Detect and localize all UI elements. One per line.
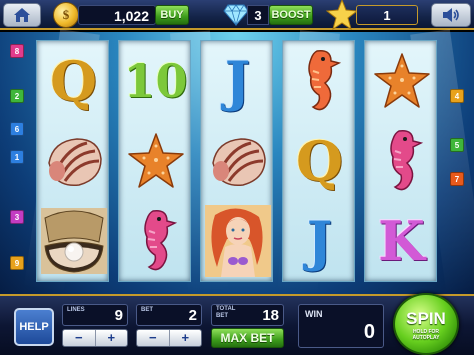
level-star-icon (326, 0, 358, 31)
payline-marker[interactable]: 1 (10, 150, 24, 164)
payline-marker[interactable]: 3 (10, 210, 24, 224)
symbol-k: K (378, 209, 425, 273)
bet-stepper: − + (136, 329, 202, 347)
symbol-j: J (224, 49, 251, 113)
oyster-pearl-icon (40, 208, 107, 274)
seahorse-symbol (365, 121, 438, 201)
reel-4: Q J (282, 40, 355, 282)
lines-plus-button[interactable]: + (94, 330, 128, 346)
reel-3: J (200, 40, 273, 282)
shell-symbol (37, 121, 110, 201)
starfish-icon (127, 133, 184, 188)
speaker-icon (443, 8, 459, 22)
mermaid-symbol (201, 201, 274, 281)
symbol-10: 10 (123, 54, 188, 108)
seahorse-icon (389, 129, 423, 191)
payline-marker[interactable]: 2 (10, 89, 24, 103)
reel-5: K (364, 40, 437, 282)
lines-label: LINES (67, 307, 85, 313)
sound-button[interactable] (431, 3, 471, 27)
payline-marker[interactable]: 7 (450, 172, 464, 186)
bet-minus-button[interactable]: − (137, 330, 169, 346)
payline-marker[interactable]: 4 (450, 89, 464, 103)
boost-button[interactable]: BOOST (269, 5, 313, 25)
total-bet-label-1: TOTAL (216, 306, 236, 312)
seahorse-symbol (283, 41, 356, 121)
coin-icon: $ (53, 2, 79, 28)
bet-value: 2 (188, 307, 197, 324)
pearl-oyster-symbol (37, 201, 110, 281)
symbol-q: Q (295, 129, 344, 193)
bet-plus-button[interactable]: + (168, 330, 202, 346)
spin-button[interactable]: SPIN HOLD FOR AUTOPLAY (393, 293, 459, 355)
payline-marker[interactable]: 9 (10, 256, 24, 270)
lines-value: 9 (114, 307, 123, 324)
diamond-icon (223, 4, 249, 26)
lines-stepper: − + (62, 329, 128, 347)
lines-minus-button[interactable]: − (63, 330, 95, 346)
symbol-j: J (306, 209, 333, 273)
boost-count: 3 (247, 5, 269, 25)
symbol-q: Q (49, 49, 98, 113)
win-value: 0 (363, 321, 375, 343)
spin-label: SPIN (406, 309, 446, 328)
starfish-symbol (365, 41, 438, 121)
coin-balance: 1,022 (78, 5, 156, 25)
seahorse-symbol (119, 201, 192, 281)
win-label: WIN (305, 309, 323, 319)
starfish-icon (373, 53, 430, 108)
max-bet-button[interactable]: MAX BET (211, 328, 284, 348)
shell-symbol (201, 121, 274, 201)
bottom-bar: HELP LINES 9 − + BET 2 − + TOTAL BET 18 … (0, 293, 474, 355)
spin-autoplay-label: AUTOPLAY (412, 335, 440, 341)
bet-label: BET (141, 307, 153, 313)
starfish-symbol (119, 121, 192, 201)
total-bet-panel: TOTAL BET 18 (211, 304, 284, 326)
lines-panel: LINES 9 (62, 304, 128, 326)
payline-marker[interactable]: 8 (10, 44, 24, 58)
reel-area: 8 2 6 1 3 9 4 5 7 Q 10 J Q J K (0, 29, 474, 295)
reel-1: Q (36, 40, 109, 282)
total-bet-label-2: BET (216, 313, 228, 319)
conch-shell-icon (211, 138, 266, 187)
level-value: 1 (356, 5, 418, 25)
help-button[interactable]: HELP (14, 308, 54, 346)
buy-button[interactable]: BUY (155, 5, 189, 25)
home-icon (14, 8, 30, 22)
payline-marker[interactable]: 5 (450, 138, 464, 152)
home-button[interactable] (3, 3, 41, 27)
top-bar: $ 1,022 BUY 3 BOOST 1 (0, 0, 474, 31)
payline-marker[interactable]: 6 (10, 122, 24, 136)
total-bet-value: 18 (262, 307, 279, 324)
bet-panel: BET 2 (136, 304, 202, 326)
seahorse-icon (143, 209, 177, 271)
mermaid-icon (204, 205, 271, 277)
conch-shell-icon (47, 138, 102, 187)
win-panel: WIN 0 (298, 304, 384, 348)
seahorse-icon (307, 49, 341, 111)
reel-2: 10 (118, 40, 191, 282)
